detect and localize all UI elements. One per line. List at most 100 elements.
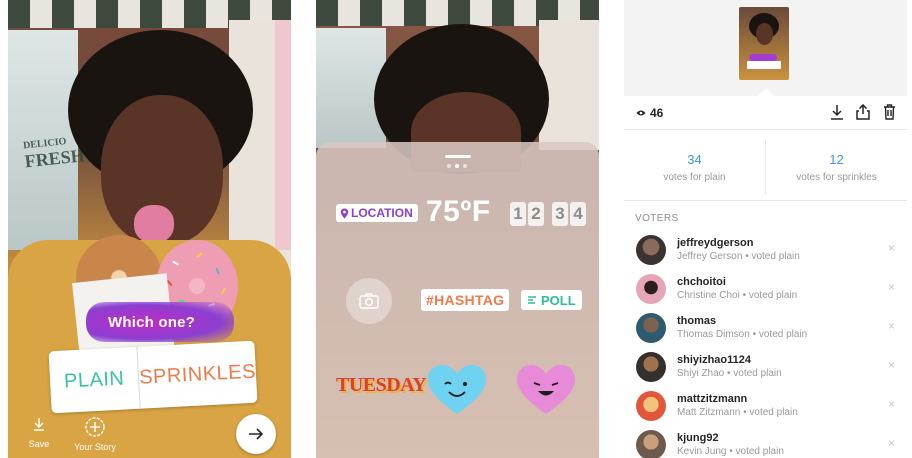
view-count[interactable]: 46 [636, 106, 663, 120]
download-icon [831, 105, 843, 120]
tray-handle[interactable] [445, 155, 471, 158]
poll-sticker[interactable]: PLAIN SPRINKLES [48, 340, 258, 414]
avatar[interactable] [636, 313, 666, 343]
sprinkle [220, 287, 227, 295]
sprinkle [171, 260, 180, 266]
voter-username[interactable]: mattzitzmann [677, 393, 747, 405]
poll-icon [528, 296, 536, 304]
location-pin-icon [340, 208, 349, 218]
result-count: 34 [687, 152, 702, 167]
voter-username[interactable]: jeffreydgerson [677, 237, 753, 249]
clock-digit: 1 [510, 202, 526, 226]
remove-icon[interactable]: × [888, 436, 895, 450]
clock-digit: 3 [552, 202, 568, 226]
voter-detail: Jeffrey Gerson • voted plain [677, 251, 800, 262]
view-count-value: 46 [650, 106, 664, 120]
add-story-icon [85, 417, 105, 437]
voter-username[interactable]: shiyizhao1124 [677, 354, 751, 366]
remove-icon[interactable]: × [888, 241, 895, 255]
thumbnail-face [756, 23, 773, 45]
voter-row[interactable]: chchoitoi Christine Choi • voted plain × [624, 270, 907, 309]
poll-option-sprinkles[interactable]: SPRINKLES [138, 341, 258, 409]
voter-detail: Matt Zitzmann • voted plain [677, 407, 798, 418]
remove-icon[interactable]: × [888, 319, 895, 333]
screens: DELICIO FRESH PIES Which one? PLAIN SPRI… [0, 0, 912, 458]
page-dot [447, 164, 451, 168]
eye-icon [636, 110, 646, 116]
day-sticker[interactable]: TUESDAY [336, 374, 427, 397]
time-sticker[interactable]: 1 2 3 4 [510, 202, 586, 226]
voters-heading: VOTERS [635, 213, 679, 224]
trash-icon [883, 104, 895, 120]
your-story-label: Your Story [74, 442, 116, 452]
voter-username[interactable]: chchoitoi [677, 276, 726, 288]
arrow-right-icon [249, 428, 264, 440]
avatar[interactable] [636, 352, 666, 382]
result-label: votes for plain [663, 172, 726, 183]
tongue [134, 205, 174, 243]
poll-sticker-option[interactable]: POLL [521, 290, 582, 310]
delete-button[interactable] [881, 103, 897, 121]
sprinkle [215, 267, 220, 275]
poll-results-screen: 46 34 votes for plain 12 votes for sprin… [624, 0, 907, 458]
story-compose-screen: DELICIO FRESH PIES Which one? PLAIN SPRI… [8, 0, 291, 458]
divider [624, 200, 907, 201]
avatar[interactable] [636, 274, 666, 304]
avatar[interactable] [636, 235, 666, 265]
poll-question[interactable]: Which one? [108, 314, 195, 331]
share-icon [856, 104, 870, 120]
result-plain: 34 votes for plain [624, 140, 765, 195]
voter-detail: Christine Choi • voted plain [677, 290, 798, 301]
share-button[interactable] [855, 103, 871, 121]
sticker-tray-screen: LOCATION 75ºF 1 2 3 4 #HASHTAG POLL TUES… [316, 0, 599, 458]
voter-row[interactable]: jeffreydgerson Jeffrey Gerson • voted pl… [624, 231, 907, 270]
your-story-button[interactable]: Your Story [66, 416, 124, 452]
save-label: Save [28, 439, 50, 449]
location-label: LOCATION [351, 206, 413, 220]
heart-face-pink-icon[interactable] [516, 364, 576, 416]
voter-detail: Thomas Dimson • voted plain [677, 329, 808, 340]
save-button[interactable]: Save [24, 416, 54, 449]
result-count: 12 [829, 152, 844, 167]
poll-option-plain[interactable]: PLAIN [48, 346, 141, 414]
voter-username[interactable]: kjung92 [677, 432, 719, 444]
heart-face-icon[interactable] [427, 364, 487, 416]
remove-icon[interactable]: × [888, 358, 895, 372]
clock-digit: 4 [570, 202, 586, 226]
story-thumbnail[interactable] [739, 7, 789, 80]
thumbnail-question [749, 54, 777, 61]
voter-username[interactable]: thomas [677, 315, 716, 327]
shop-wall-pink [275, 20, 291, 250]
page-indicator [447, 164, 467, 168]
selfie-sticker-button[interactable] [346, 278, 392, 324]
poll-results: 34 votes for plain 12 votes for sprinkle… [624, 140, 907, 195]
download-icon [34, 418, 44, 431]
poll-sticker-label: POLL [541, 292, 576, 308]
voter-row[interactable]: thomas Thomas Dimson • voted plain × [624, 309, 907, 348]
hashtag-sticker[interactable]: #HASHTAG [421, 289, 510, 311]
voter-row[interactable]: shiyizhao1124 Shiyi Zhao • voted plain × [624, 348, 907, 387]
voter-detail: Kevin Jung • voted plain [677, 446, 784, 457]
location-sticker[interactable]: LOCATION [336, 204, 418, 222]
avatar[interactable] [636, 391, 666, 421]
camera-icon [359, 293, 379, 309]
send-button[interactable] [236, 414, 276, 454]
result-label: votes for sprinkles [796, 172, 877, 183]
clock-digit: 2 [528, 202, 544, 226]
page-dot [463, 164, 467, 168]
remove-icon[interactable]: × [888, 280, 895, 294]
result-sprinkles: 12 votes for sprinkles [765, 140, 907, 195]
voter-detail: Shiyi Zhao • voted plain [677, 368, 782, 379]
download-button[interactable] [829, 103, 845, 121]
avatar[interactable] [636, 430, 666, 458]
sprinkle [196, 251, 203, 259]
temperature-sticker[interactable]: 75ºF [426, 195, 491, 229]
voter-list: jeffreydgerson Jeffrey Gerson • voted pl… [624, 231, 907, 458]
voter-row[interactable]: mattzitzmann Matt Zitzmann • voted plain… [624, 387, 907, 426]
clock-separator [546, 202, 550, 226]
remove-icon[interactable]: × [888, 397, 895, 411]
voter-row[interactable]: kjung92 Kevin Jung • voted plain × [624, 426, 907, 458]
thumbnail-poll [747, 61, 781, 69]
shop-wall [539, 20, 599, 150]
header-notch [758, 88, 774, 96]
